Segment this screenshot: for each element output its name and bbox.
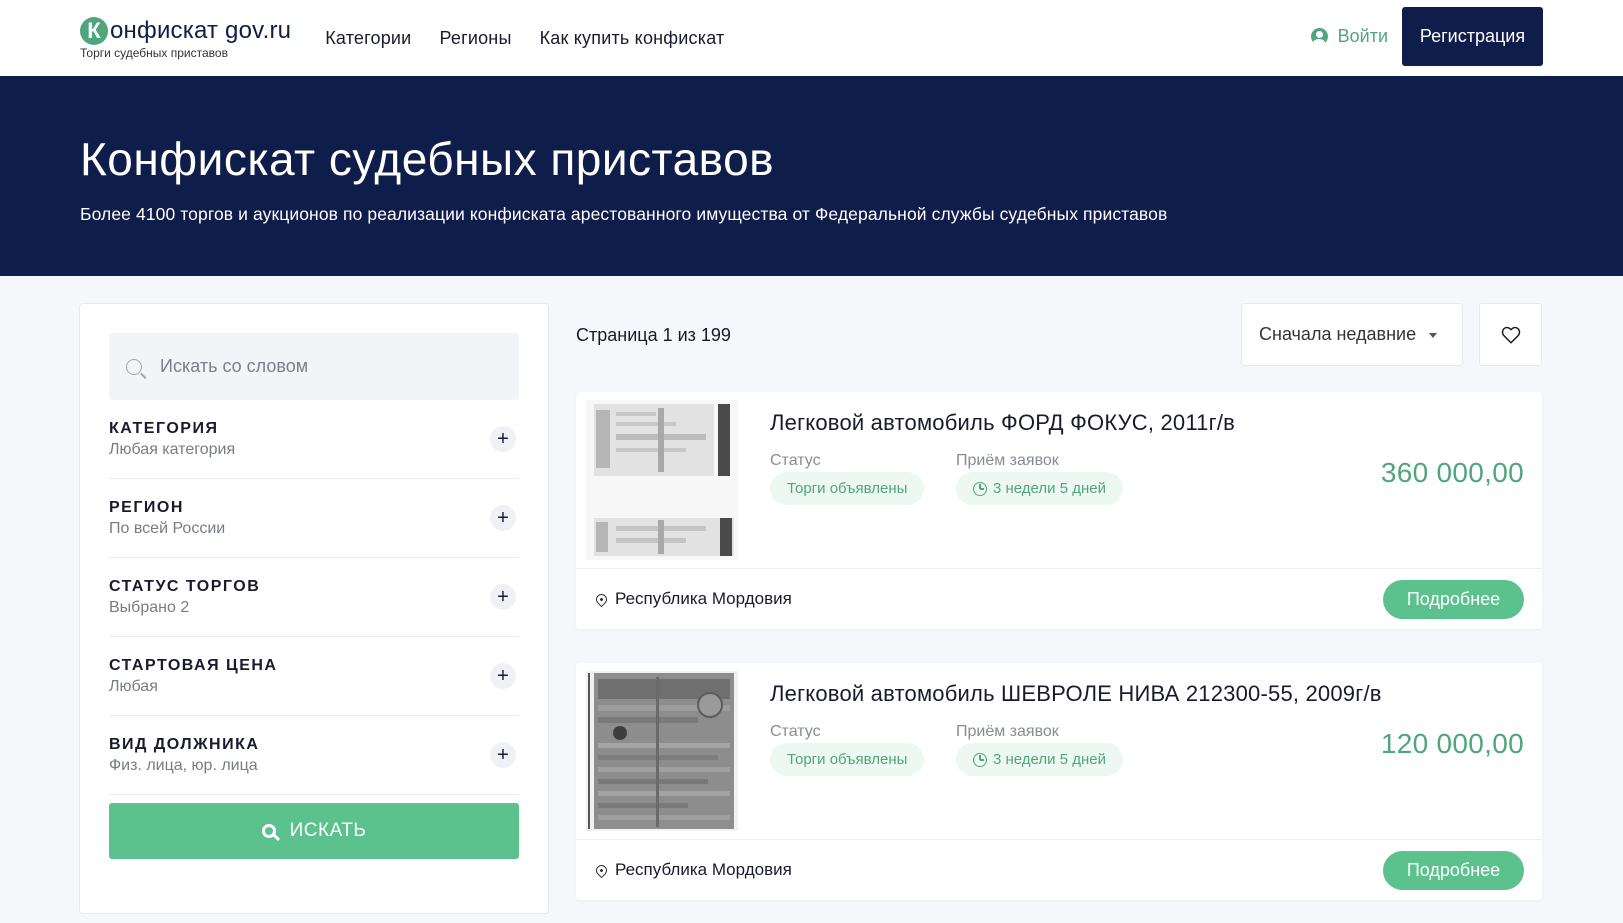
expand-plus-icon[interactable]: +	[490, 663, 516, 689]
expand-plus-icon[interactable]: +	[490, 505, 516, 531]
search-icon	[261, 824, 276, 838]
filter-sidebar: КАТЕГОРИЯ Любая категория + РЕГИОН По вс…	[79, 303, 549, 914]
login-button[interactable]: Войти	[1310, 26, 1388, 47]
sort-dropdown[interactable]: Сначала недавние	[1241, 303, 1463, 366]
details-button[interactable]: Подробнее	[1383, 850, 1524, 890]
filter-value: Выбрано 2	[109, 598, 190, 616]
heart-icon	[1501, 326, 1520, 344]
status-label: Статус	[770, 452, 821, 469]
logo-badge-icon: К	[80, 16, 108, 45]
nav-how-to-buy-link[interactable]: Как купить конфискат	[540, 28, 725, 49]
clock-icon	[973, 481, 987, 496]
location-pin-icon	[593, 862, 610, 878]
nav-categories-link[interactable]: Категории	[325, 28, 411, 49]
keyword-search-box	[109, 333, 519, 400]
results-toolbar: Страница 1 из 199 Сначала недавние	[576, 303, 1542, 366]
location-pin-icon	[593, 591, 610, 607]
user-icon	[1310, 28, 1328, 45]
lot-thumbnail[interactable]	[586, 671, 738, 831]
page-info: Страница 1 из 199	[576, 325, 731, 345]
filter-title: ВИД ДОЛЖНИКА	[109, 735, 260, 753]
lot-location: Республика Мордовия	[593, 860, 792, 880]
deadline-badge: 3 недели 5 дней	[956, 743, 1123, 776]
filter-value: Любая категория	[109, 440, 236, 458]
deadline-label: Приём заявок	[956, 452, 1059, 469]
status-badge: Торги объявлены	[770, 472, 925, 505]
details-button[interactable]: Подробнее	[1383, 579, 1524, 619]
filter-value: Физ. лица, юр. лица	[109, 756, 258, 774]
favorites-button[interactable]	[1479, 303, 1542, 366]
filter-region[interactable]: РЕГИОН По всей России +	[109, 479, 519, 558]
page-subtitle: Более 4100 торгов и аукционов по реализа…	[80, 204, 1168, 224]
location-text: Республика Мордовия	[615, 860, 792, 879]
top-header: К онфискат gov.ru Торги судебных пристав…	[0, 0, 1623, 76]
lot-thumbnail[interactable]	[586, 400, 738, 560]
search-icon	[126, 358, 142, 375]
filter-debtor-type[interactable]: ВИД ДОЛЖНИКА Физ. лица, юр. лица +	[109, 716, 519, 795]
hero-banner: Конфискат судебных приставов Более 4100 …	[0, 76, 1623, 276]
filter-value: По всей России	[109, 519, 226, 537]
site-logo[interactable]: К онфискат gov.ru Торги судебных пристав…	[80, 16, 292, 60]
expand-plus-icon[interactable]: +	[490, 742, 516, 768]
deadline-badge: 3 недели 5 дней	[956, 472, 1123, 505]
lot-title[interactable]: Легковой автомобиль ФОРД ФОКУС, 2011г/в	[770, 410, 1235, 436]
filter-category[interactable]: КАТЕГОРИЯ Любая категория +	[109, 400, 519, 479]
keyword-search-input[interactable]	[160, 356, 490, 377]
filter-title: СТАРТОВАЯ ЦЕНА	[109, 656, 278, 674]
page-title: Конфискат судебных приставов	[80, 133, 775, 185]
logo-subtitle: Торги судебных приставов	[80, 45, 228, 60]
expand-plus-icon[interactable]: +	[490, 426, 516, 452]
filter-start-price[interactable]: СТАРТОВАЯ ЦЕНА Любая +	[109, 637, 519, 716]
filter-title: СТАТУС ТОРГОВ	[109, 577, 261, 595]
lot-price: 120 000,00	[1380, 728, 1524, 759]
lot-title[interactable]: Легковой автомобиль ШЕВРОЛЕ НИВА 212300-…	[770, 681, 1382, 707]
logo-name: онфискат gov.ru	[110, 16, 292, 44]
login-label: Войти	[1337, 26, 1388, 46]
expand-plus-icon[interactable]: +	[490, 584, 516, 610]
filter-value: Любая	[109, 677, 158, 695]
filter-title: РЕГИОН	[109, 498, 184, 516]
lot-card: Легковой автомобиль ФОРД ФОКУС, 2011г/в …	[576, 392, 1542, 629]
search-button[interactable]: ИСКАТЬ	[109, 803, 519, 859]
filter-title: КАТЕГОРИЯ	[109, 419, 219, 437]
register-button[interactable]: Регистрация	[1402, 7, 1543, 66]
filter-status[interactable]: СТАТУС ТОРГОВ Выбрано 2 +	[109, 558, 519, 637]
lot-card: Легковой автомобиль ШЕВРОЛЕ НИВА 212300-…	[576, 663, 1542, 900]
location-text: Республика Мордовия	[615, 589, 792, 608]
sort-label: Сначала недавние	[1259, 324, 1417, 344]
main-nav: Категории Регионы Как купить конфискат	[325, 28, 724, 49]
deadline-value: 3 недели 5 дней	[993, 751, 1106, 768]
deadline-value: 3 недели 5 дней	[993, 480, 1106, 497]
deadline-label: Приём заявок	[956, 723, 1059, 740]
status-label: Статус	[770, 723, 821, 740]
clock-icon	[973, 752, 987, 767]
lot-location: Республика Мордовия	[593, 589, 792, 609]
status-badge: Торги объявлены	[770, 743, 925, 776]
caret-down-icon	[1429, 333, 1438, 338]
lot-price: 360 000,00	[1380, 457, 1524, 488]
search-button-label: ИСКАТЬ	[289, 820, 367, 841]
nav-regions-link[interactable]: Регионы	[439, 28, 511, 49]
